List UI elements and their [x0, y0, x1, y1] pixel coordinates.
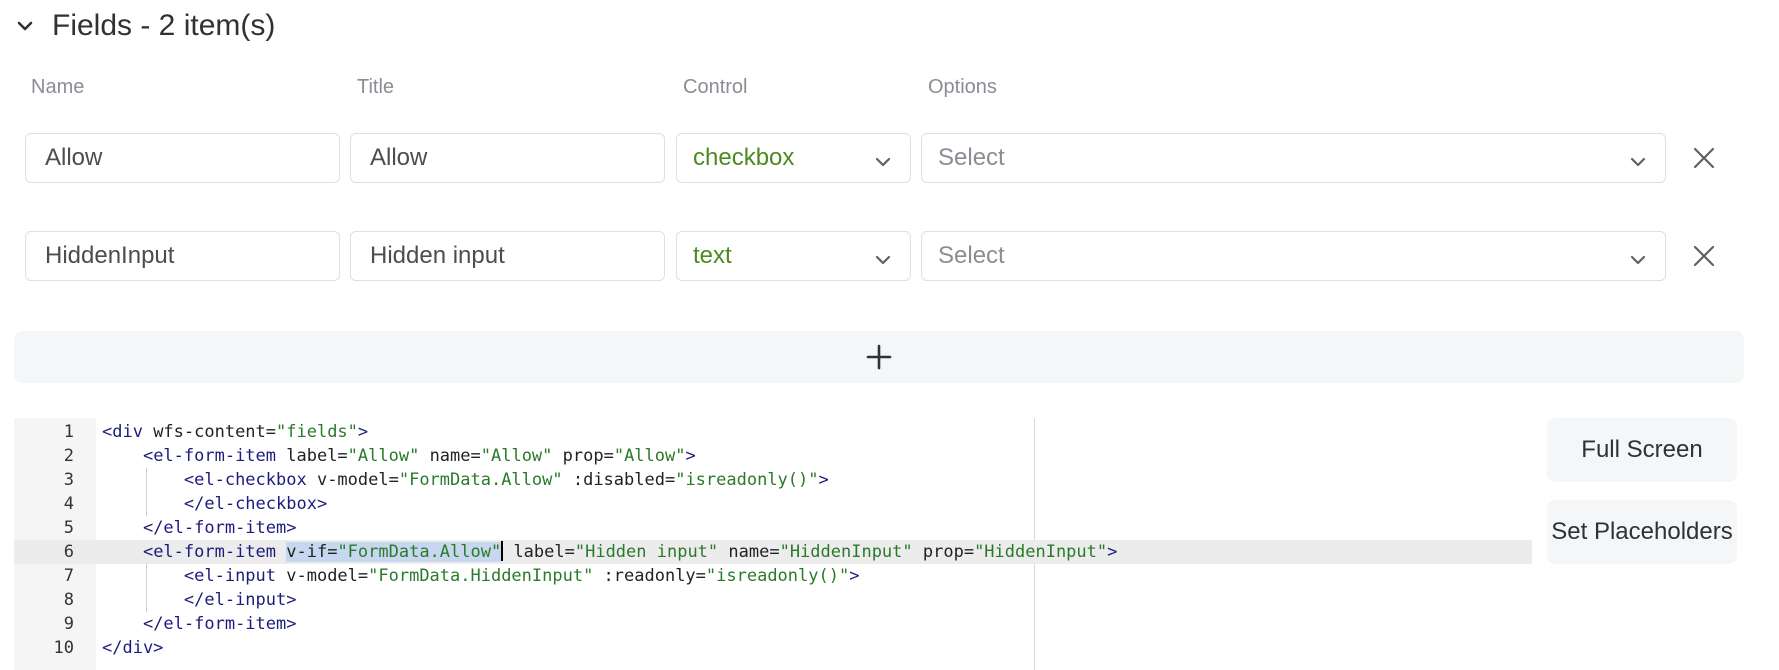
field-name-input[interactable]: HiddenInput — [25, 231, 340, 281]
indent-guide — [146, 468, 147, 516]
fields-section-header[interactable]: Fields - 2 item(s) — [14, 6, 275, 46]
code-text: <el-form-item v-if="FormData.Allow" labe… — [142, 541, 1118, 562]
field-row: Allow Allow checkbox Select — [0, 133, 1779, 185]
field-title-input[interactable]: Allow — [350, 133, 665, 183]
field-row: HiddenInput Hidden input text Select — [0, 231, 1779, 283]
plus-icon — [866, 344, 892, 370]
code-line[interactable]: 6 <el-form-item v-if="FormData.Allow" la… — [14, 540, 1532, 564]
delete-row-button[interactable] — [1690, 144, 1718, 172]
chevron-down-icon — [1629, 248, 1647, 266]
line-number: 4 — [63, 494, 74, 514]
close-icon — [1693, 147, 1715, 169]
column-header-options: Options — [928, 76, 997, 98]
control-select[interactable]: checkbox — [676, 133, 911, 183]
field-name-input[interactable]: Allow — [25, 133, 340, 183]
code-text: <el-form-item label="Allow" name="Allow"… — [142, 446, 696, 466]
options-select-placeholder: Select — [938, 242, 1005, 269]
code-text: </el-form-item> — [142, 614, 297, 634]
code-line[interactable]: 1 <div wfs-content="fields"> — [14, 420, 1532, 444]
line-number: 3 — [63, 470, 74, 490]
code-text: <el-checkbox v-model="FormData.Allow" :d… — [183, 470, 829, 490]
code-line[interactable]: 9 </el-form-item> — [14, 612, 1532, 636]
line-number: 2 — [63, 446, 74, 466]
code-text: <el-input v-model="FormData.HiddenInput"… — [183, 566, 860, 586]
chevron-down-icon — [874, 248, 892, 266]
code-editor[interactable]: 1 <div wfs-content="fields"> 2 <el-form-it… — [14, 418, 1532, 670]
code-text: <div wfs-content="fields"> — [102, 422, 369, 442]
options-select[interactable]: Select — [921, 133, 1666, 183]
chevron-down-icon — [874, 150, 892, 168]
code-line[interactable]: 10 </div> — [14, 636, 1532, 660]
code-line[interactable]: 3 <el-checkbox v-model="FormData.Allow" … — [14, 468, 1532, 492]
code-line[interactable]: 2 <el-form-item label="Allow" name="Allo… — [14, 444, 1532, 468]
options-select-placeholder: Select — [938, 144, 1005, 171]
field-title-input[interactable]: Hidden input — [350, 231, 665, 281]
add-field-button[interactable] — [14, 331, 1744, 383]
line-number: 10 — [53, 638, 74, 658]
line-number: 8 — [63, 590, 74, 610]
column-header-control: Control — [683, 76, 748, 98]
section-title: Fields - 2 item(s) — [52, 9, 276, 42]
line-number: 1 — [63, 422, 74, 442]
line-number: 9 — [63, 614, 74, 634]
chevron-down-icon — [1629, 150, 1647, 168]
close-icon — [1693, 245, 1715, 267]
code-text: </div> — [102, 638, 164, 658]
line-number: 6 — [63, 542, 74, 562]
delete-row-button[interactable] — [1690, 242, 1718, 270]
chevron-down-icon[interactable] — [14, 15, 36, 37]
line-number: 7 — [63, 566, 74, 586]
code-text: </el-form-item> — [142, 518, 297, 538]
code-line[interactable]: 5 </el-form-item> — [14, 516, 1532, 540]
full-screen-button[interactable]: Full Screen — [1547, 418, 1737, 482]
line-number: 5 — [63, 518, 74, 538]
control-select-value: checkbox — [693, 144, 795, 171]
code-line[interactable]: 7 <el-input v-model="FormData.HiddenInpu… — [14, 564, 1532, 588]
options-select[interactable]: Select — [921, 231, 1666, 281]
code-text: </el-checkbox> — [183, 494, 328, 514]
set-placeholders-button[interactable]: Set Placeholders — [1547, 500, 1737, 564]
code-line[interactable]: 4 </el-checkbox> — [14, 492, 1532, 516]
code-text: </el-input> — [183, 590, 297, 610]
indent-guide — [146, 564, 147, 612]
column-header-name: Name — [31, 76, 85, 98]
column-header-title: Title — [357, 76, 395, 98]
code-line[interactable]: 8 </el-input> — [14, 588, 1532, 612]
control-select[interactable]: text — [676, 231, 911, 281]
control-select-value: text — [693, 242, 732, 269]
